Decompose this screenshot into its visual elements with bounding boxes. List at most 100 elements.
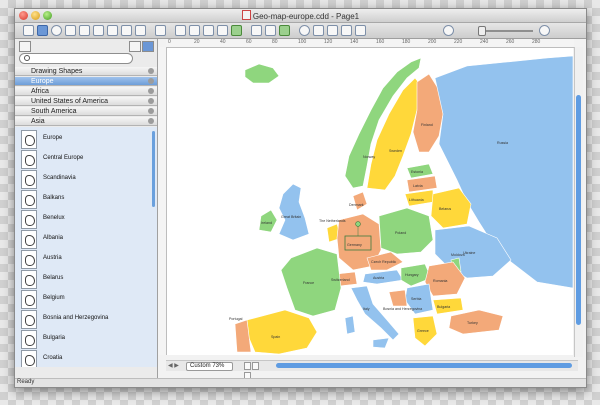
smart-connector-icon[interactable] — [93, 25, 104, 36]
shape-belgium[interactable]: Belgium — [21, 290, 151, 310]
shape-belarus[interactable]: Belarus — [21, 270, 151, 290]
shape-bosnia[interactable]: Bosnia and Herzegovina — [21, 310, 151, 330]
vertical-ruler — [158, 47, 167, 355]
iceland-shape[interactable] — [244, 63, 280, 84]
rotation-handle[interactable] — [355, 221, 361, 227]
zoom-slider-knob[interactable] — [478, 26, 486, 36]
label-ireland: Ireland — [261, 221, 272, 225]
shape-list-scrollbar[interactable] — [152, 131, 155, 207]
arc-tool-icon[interactable] — [189, 25, 200, 36]
library-africa[interactable]: Africa — [15, 87, 157, 96]
vertical-scrollbar[interactable] — [574, 47, 583, 357]
shape-bulgaria[interactable]: Bulgaria — [21, 330, 151, 350]
ruler-mark: 80 — [272, 39, 278, 45]
tree-connector-icon[interactable] — [107, 25, 118, 36]
shape-label: Scandinavia — [43, 175, 76, 181]
close-library-icon[interactable] — [148, 98, 154, 104]
label-switzerland: Switzerland — [331, 278, 350, 282]
ruler-mark: 100 — [298, 39, 307, 45]
zoom-level-select[interactable]: Custom 73% — [186, 362, 233, 371]
shape-scandinavia[interactable]: Scandinavia — [21, 170, 151, 190]
shape-albania[interactable]: Albania — [21, 230, 151, 250]
albania-map-icon — [21, 230, 37, 249]
label-ukraine: Ukraine — [463, 251, 475, 255]
zoom-out-icon[interactable] — [443, 25, 454, 36]
group-icon[interactable] — [265, 25, 276, 36]
line-tool-icon[interactable] — [175, 25, 186, 36]
great-britain-shape[interactable] — [278, 183, 310, 241]
shape-benelux[interactable]: Benelux — [21, 210, 151, 230]
rectangle-tool-icon[interactable] — [37, 25, 48, 36]
rotate-icon[interactable] — [299, 25, 310, 36]
chain-connector-icon[interactable] — [135, 25, 146, 36]
shape-austria[interactable]: Austria — [21, 250, 151, 270]
bosnia-map-icon — [21, 310, 37, 329]
library-europe[interactable]: Europe — [15, 77, 157, 86]
shape-croatia[interactable]: Croatia — [21, 350, 151, 367]
status-text: Ready — [17, 379, 35, 385]
belgium-map-icon — [21, 290, 37, 309]
ellipse-tool-icon[interactable] — [51, 25, 62, 36]
ruler-mark: 220 — [454, 39, 463, 45]
eyedropper-icon[interactable] — [355, 25, 366, 36]
spain-shape[interactable] — [246, 309, 318, 355]
zoom-in-icon[interactable] — [539, 25, 550, 36]
shape-label: Belarus — [43, 275, 64, 281]
library-drawing-shapes[interactable]: Drawing Shapes — [15, 67, 157, 76]
denmark-shape[interactable] — [352, 191, 368, 211]
text-tool-icon[interactable] — [65, 25, 76, 36]
europe-map-icon — [21, 130, 37, 149]
canvas-bottom-bar: ◀ ▶ Custom 73% — [166, 360, 578, 380]
library-search-icon[interactable] — [142, 41, 154, 52]
bezier-tool-icon[interactable] — [217, 25, 228, 36]
freehand-tool-icon[interactable] — [231, 25, 242, 36]
label-bosnia: Bosnia and Herzegovina — [383, 307, 422, 311]
library-search-input[interactable] — [19, 53, 133, 64]
drawing-page[interactable]: Sweden Finland Norway Estonia Latvia Lit… — [167, 48, 573, 355]
label-france: France — [303, 281, 314, 285]
close-library-icon[interactable] — [148, 88, 154, 94]
close-library-icon[interactable] — [148, 108, 154, 114]
stamp-tool-icon[interactable] — [341, 25, 352, 36]
bosnia-shape[interactable] — [388, 289, 408, 307]
connector-tool-icon[interactable] — [79, 25, 90, 36]
ruler-mark: 0 — [168, 39, 171, 45]
round-connector-icon[interactable] — [121, 25, 132, 36]
clipboard-icon[interactable] — [155, 25, 166, 36]
snap-icon[interactable] — [251, 25, 262, 36]
ruler-mark: 280 — [532, 39, 541, 45]
label-great-britain: Great Britain — [281, 215, 301, 219]
curve-tool-icon[interactable] — [203, 25, 214, 36]
shape-label: Benelux — [43, 215, 65, 221]
shape-label: Albania — [43, 235, 64, 241]
shape-europe[interactable]: Europe — [21, 130, 151, 150]
library-asia[interactable]: Asia — [15, 117, 157, 126]
library-south-america[interactable]: South America — [15, 107, 157, 116]
label-czech: Czech Republic — [371, 260, 396, 264]
library-view-controls — [19, 41, 154, 52]
hand-tool-icon[interactable] — [327, 25, 338, 36]
grid-view-icon[interactable] — [19, 41, 31, 52]
page-nav-arrows[interactable]: ◀ ▶ — [168, 362, 179, 369]
page-view-buttons[interactable] — [244, 362, 264, 380]
vertical-scroll-thumb[interactable] — [576, 95, 581, 325]
close-library-icon[interactable] — [148, 68, 154, 74]
zoom-slider-track[interactable] — [485, 30, 533, 32]
label-latvia: Latvia — [413, 184, 423, 188]
select-tool-icon[interactable] — [23, 25, 34, 36]
close-library-icon[interactable] — [148, 118, 154, 124]
label-romania: Romania — [433, 279, 447, 283]
search-icon[interactable] — [313, 25, 324, 36]
europe-map[interactable]: Sweden Finland Norway Estonia Latvia Lit… — [167, 48, 573, 355]
close-library-icon[interactable] — [148, 78, 154, 84]
sicily-shape[interactable] — [372, 337, 390, 349]
horizontal-scroll-thumb[interactable] — [276, 363, 572, 368]
shape-balkans[interactable]: Balkans — [21, 190, 151, 210]
library-usa[interactable]: United States of America — [15, 97, 157, 106]
link-icon[interactable] — [279, 25, 290, 36]
sardinia-shape[interactable] — [344, 315, 356, 335]
list-view-icon[interactable] — [129, 41, 141, 52]
document-icon — [241, 10, 251, 20]
library-sidebar: Drawing Shapes Europe Africa United Stat… — [15, 39, 158, 378]
shape-central-europe[interactable]: Central Europe — [21, 150, 151, 170]
